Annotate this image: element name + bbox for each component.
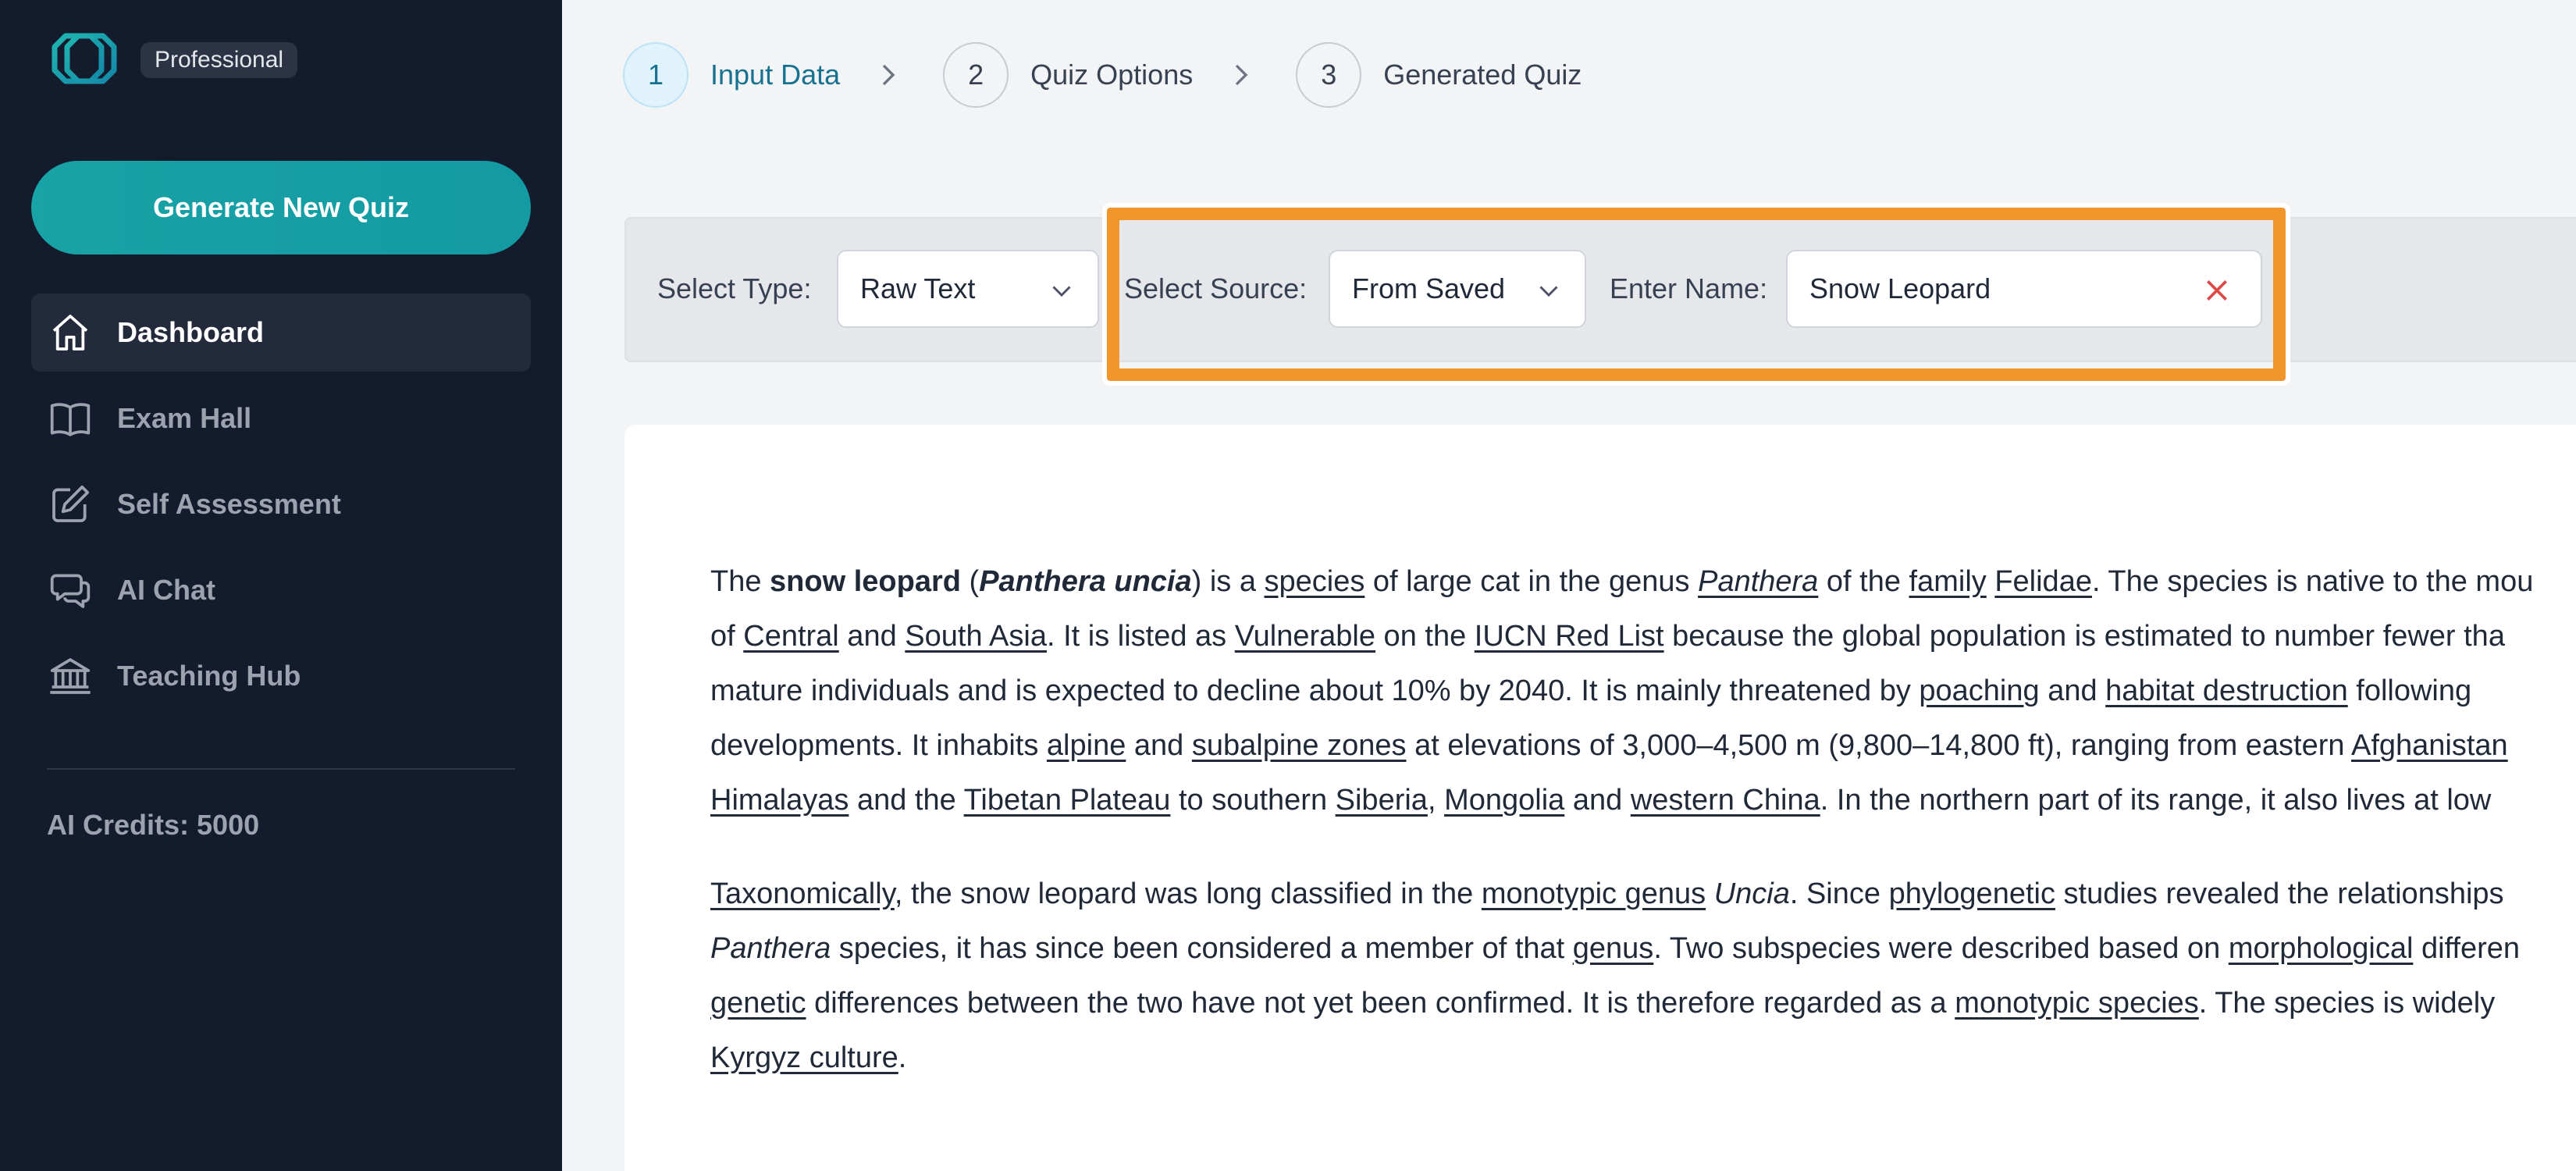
step-label: Quiz Options: [1030, 59, 1194, 91]
home-icon: [48, 311, 92, 354]
sidebar-item-label: Exam Hall: [117, 402, 252, 434]
article-line: genetic differences between the two have…: [710, 987, 2496, 1020]
step-label: Input Data: [710, 59, 841, 91]
ai-credits: AI Credits: 5000: [47, 809, 260, 841]
article-link[interactable]: Tibetan Plateau: [964, 784, 1171, 817]
article-line: mature individuals and is expected to de…: [710, 674, 2472, 707]
article-line: Panthera species, it has since been cons…: [710, 932, 2521, 965]
generate-new-quiz-button[interactable]: Generate New Quiz: [31, 161, 531, 254]
article-link[interactable]: genus: [1573, 932, 1654, 965]
chevron-right-icon: [882, 64, 895, 86]
chat-icon: [48, 568, 92, 612]
article-link[interactable]: family: [1909, 565, 1987, 598]
article-link[interactable]: Felidae: [1994, 565, 2092, 598]
sidebar-nav: Dashboard Exam Hall Self Assessment AI C…: [31, 294, 531, 723]
select-source-dropdown[interactable]: From Saved: [1329, 250, 1586, 328]
app-logo[interactable]: [52, 31, 117, 86]
select-source-label: Select Source:: [1124, 272, 1308, 304]
article-link[interactable]: morphological: [2229, 932, 2414, 965]
content-card: The snow leopard (Panthera uncia) is a s…: [624, 425, 2576, 1171]
italic-text: Panthera: [710, 932, 831, 965]
sidebar-item-self-assessment[interactable]: Self Assessment: [31, 465, 531, 543]
step-generated-quiz[interactable]: 3 Generated Quiz: [1296, 42, 1582, 108]
input-filter-bar: Select Type: Raw Text Select Source: Fro…: [624, 217, 2576, 362]
chevron-down-icon: [1539, 286, 1558, 297]
sidebar-item-teaching-hub[interactable]: Teaching Hub: [31, 637, 531, 715]
article-link[interactable]: Afghanistan: [2351, 729, 2508, 762]
article-paragraph: The snow leopard (Panthera uncia) is a s…: [710, 554, 2576, 828]
chevron-right-icon: [1236, 64, 1248, 86]
article-line: Kyrgyz culture.: [710, 1041, 907, 1074]
article-text: The snow leopard (Panthera uncia) is a s…: [710, 554, 2576, 1124]
article-link[interactable]: alpine: [1047, 729, 1126, 762]
article-line: The snow leopard (Panthera uncia) is a s…: [710, 565, 2534, 598]
article-line: developments. It inhabits alpine and sub…: [710, 729, 2508, 762]
step-number: 2: [943, 42, 1009, 108]
article-link[interactable]: Vulnerable: [1235, 620, 1375, 653]
article-link[interactable]: Central: [743, 620, 839, 653]
article-link[interactable]: Taxonomically: [710, 877, 895, 910]
sidebar-item-label: AI Chat: [117, 574, 215, 606]
sidebar-item-label: Dashboard: [117, 316, 265, 348]
select-type-dropdown[interactable]: Raw Text: [837, 250, 1099, 328]
select-source-value: From Saved: [1352, 272, 1506, 304]
enter-name-label: Enter Name:: [1610, 272, 1768, 304]
article-link[interactable]: phylogenetic: [1889, 877, 2055, 910]
logo-mark-icon: [52, 33, 117, 84]
article-link[interactable]: monotypic genus: [1482, 877, 1706, 910]
article-link[interactable]: Kyrgyz culture: [710, 1041, 898, 1074]
sidebar-item-exam-hall[interactable]: Exam Hall: [31, 379, 531, 457]
sidebar-item-label: Self Assessment: [117, 488, 341, 520]
step-quiz-options[interactable]: 2 Quiz Options: [943, 42, 1193, 108]
article-link[interactable]: Panthera: [1698, 565, 1818, 598]
article-link[interactable]: Mongolia: [1444, 784, 1564, 817]
plan-badge: Professional: [141, 42, 298, 78]
name-input[interactable]: Snow Leopard: [1786, 250, 2262, 328]
article-link[interactable]: IUCN Red List: [1475, 620, 1664, 653]
quiz-stepper: 1 Input Data 2 Quiz Options 3 Generated …: [623, 42, 1582, 108]
clear-icon[interactable]: [2201, 275, 2233, 306]
article-line: of Central and South Asia. It is listed …: [710, 620, 2505, 653]
bold-text: snow leopard: [770, 565, 961, 598]
article-link[interactable]: western China: [1631, 784, 1820, 817]
article-link[interactable]: monotypic species: [1955, 987, 2199, 1020]
article-link[interactable]: Himalayas: [710, 784, 849, 817]
chevron-down-icon: [1052, 286, 1071, 297]
sidebar-item-dashboard[interactable]: Dashboard: [31, 294, 531, 372]
step-input-data[interactable]: 1 Input Data: [623, 42, 840, 108]
article-link[interactable]: subalpine zones: [1192, 729, 1407, 762]
select-type-value: Raw Text: [860, 272, 976, 304]
sidebar: Professional Generate New Quiz Dashboard…: [0, 0, 562, 1171]
select-type-label: Select Type:: [657, 272, 812, 304]
step-number: 1: [623, 42, 688, 108]
article-paragraph: Taxonomically, the snow leopard was long…: [710, 867, 2576, 1085]
article-link[interactable]: poaching: [1919, 674, 2039, 707]
article-link[interactable]: genetic: [710, 987, 806, 1020]
article-line: Taxonomically, the snow leopard was long…: [710, 877, 2504, 910]
sidebar-divider: [47, 768, 515, 770]
bold-italic-text: Panthera uncia: [979, 565, 1192, 598]
article-link[interactable]: species: [1265, 565, 1365, 598]
book-icon: [48, 397, 92, 440]
article-link[interactable]: habitat destruction: [2105, 674, 2348, 707]
institution-icon: [48, 654, 92, 698]
step-number: 3: [1296, 42, 1362, 108]
edit-icon: [48, 482, 92, 526]
sidebar-item-label: Teaching Hub: [117, 660, 301, 692]
name-input-value: Snow Leopard: [1809, 272, 1991, 304]
article-link[interactable]: South Asia: [905, 620, 1047, 653]
step-label: Generated Quiz: [1383, 59, 1582, 91]
italic-text: Uncia: [1713, 877, 1790, 910]
sidebar-item-ai-chat[interactable]: AI Chat: [31, 551, 531, 629]
article-link[interactable]: Siberia: [1336, 784, 1428, 817]
article-line: Himalayas and the Tibetan Plateau to sou…: [710, 784, 2492, 817]
